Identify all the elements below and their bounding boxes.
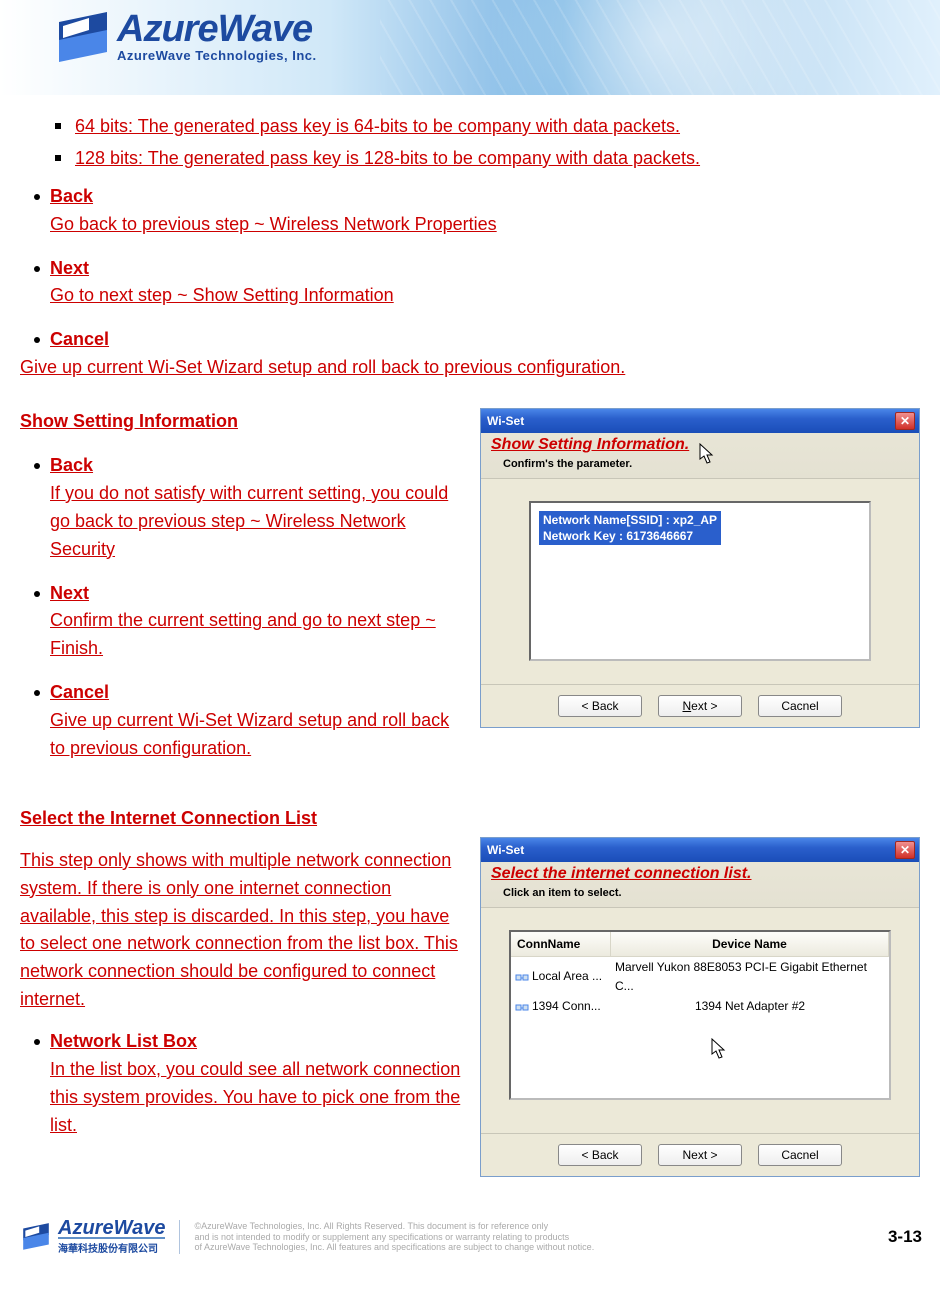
connection-listbox[interactable]: ConnName Device Name Local Area ... Marv… — [509, 930, 891, 1100]
s2-back-desc: If you do not satisfy with current setti… — [50, 483, 448, 559]
close-icon[interactable]: ✕ — [895, 841, 915, 859]
cancel-title: Cancel — [50, 329, 109, 349]
footer-logo-main: AzureWave — [58, 1219, 165, 1237]
show-setting-heading: Show Setting Information — [20, 408, 466, 436]
logo-sub-text: AzureWave Technologies, Inc. — [117, 48, 317, 63]
wiset-dialog-setting-info: Wi-Set ✕ Show Setting Information. Confi… — [480, 408, 920, 728]
s2-cancel-title: Cancel — [50, 682, 109, 702]
next-button[interactable]: Next > — [658, 695, 742, 717]
header-banner: AzureWave AzureWave Technologies, Inc. — [0, 0, 940, 95]
setting-listbox[interactable]: Network Name[SSID] : xp2_AP Network Key … — [529, 501, 871, 661]
page-number: 3-13 — [888, 1227, 922, 1247]
s2-cancel-desc: Give up current Wi-Set Wizard setup and … — [50, 710, 449, 758]
cursor-icon — [699, 443, 715, 465]
dialog2-title: Wi-Set — [487, 841, 524, 860]
s2-next-title: Next — [50, 583, 89, 603]
next-title: Next — [50, 258, 89, 278]
wiset-dialog-conn-list: Wi-Set ✕ Select the internet connection … — [480, 837, 920, 1177]
nlb-desc: In the list box, you could see all netwo… — [50, 1059, 460, 1135]
row0-conn: Local Area ... — [532, 967, 602, 986]
cancel-button[interactable]: Cacnel — [758, 1144, 842, 1166]
page-footer: AzureWave 海華科技股份有限公司 ©AzureWave Technolo… — [18, 1219, 922, 1255]
footer-logo: AzureWave 海華科技股份有限公司 — [18, 1219, 165, 1255]
back-button[interactable]: < Back — [558, 695, 642, 717]
nlb-title: Network List Box — [50, 1031, 197, 1051]
bits-128-text: 128 bits: The generated pass key is 128-… — [75, 148, 700, 168]
row1-dev: 1394 Net Adapter #2 — [695, 999, 805, 1013]
col-connname: ConnName — [511, 932, 611, 957]
dialog2-sub: Click an item to select. — [503, 885, 909, 902]
row0-dev: Marvell Yukon 88E8053 PCI-E Gigabit Ethe… — [615, 960, 867, 993]
footer-divider — [179, 1220, 180, 1254]
next-desc: Go to next step ~ Show Setting Informati… — [50, 285, 394, 305]
logo-icon — [55, 8, 111, 68]
next-button[interactable]: Next > — [658, 1144, 742, 1166]
footer-logo-sub: 海華科技股份有限公司 — [58, 1237, 165, 1255]
s2-next-desc: Confirm the current setting and go to ne… — [50, 610, 436, 658]
footer-disclaimer: ©AzureWave Technologies, Inc. All Rights… — [194, 1221, 594, 1253]
dialog2-head: Select the internet connection list. — [491, 865, 909, 883]
logo-main-text: AzureWave — [117, 12, 317, 46]
cancel-button[interactable]: Cacnel — [758, 695, 842, 717]
cursor-icon — [711, 1038, 727, 1060]
table-row[interactable]: Local Area ... Marvell Yukon 88E8053 PCI… — [511, 957, 889, 996]
select-conn-heading: Select the Internet Connection List — [20, 805, 466, 833]
back-desc: Go back to previous step ~ Wireless Netw… — [50, 214, 497, 234]
key-bits-list: 64 bits: The generated pass key is 64-bi… — [20, 113, 920, 173]
cancel-desc: Give up current Wi-Set Wizard setup and … — [20, 354, 920, 382]
back-title: Back — [50, 186, 93, 206]
close-icon[interactable]: ✕ — [895, 412, 915, 430]
col-devicename: Device Name — [611, 932, 889, 957]
table-row[interactable]: 1394 Conn... 1394 Net Adapter #2 — [511, 996, 889, 1017]
row1-conn: 1394 Conn... — [532, 997, 601, 1016]
select-conn-para: This step only shows with multiple netwo… — [20, 847, 466, 1014]
back-button[interactable]: < Back — [558, 1144, 642, 1166]
network-icon — [515, 971, 529, 983]
bits-64-text: 64 bits: The generated pass key is 64-bi… — [75, 116, 680, 136]
setting-line1: Network Name[SSID] : xp2_AP — [543, 513, 717, 527]
setting-line2: Network Key : 6173646667 — [543, 529, 693, 543]
s2-back-title: Back — [50, 455, 93, 475]
network-icon — [515, 1001, 529, 1013]
dialog1-title: Wi-Set — [487, 412, 524, 431]
header-logo: AzureWave AzureWave Technologies, Inc. — [55, 8, 317, 68]
